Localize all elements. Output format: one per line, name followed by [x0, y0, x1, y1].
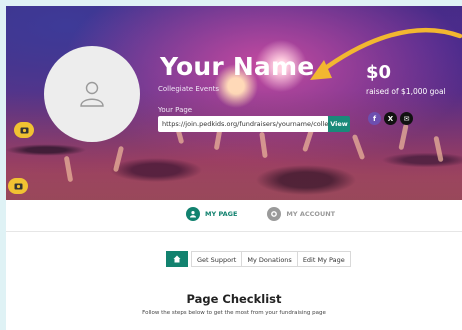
arrow-annotation-icon: [310, 27, 462, 80]
profile-avatar[interactable]: [44, 46, 140, 142]
tab-my-account-label: MY ACCOUNT: [286, 210, 336, 218]
home-icon: [173, 255, 181, 263]
email-icon: ✉: [403, 114, 410, 123]
user-circle-icon: [186, 207, 200, 221]
banner-camera-button[interactable]: [8, 178, 28, 194]
my-donations-button[interactable]: My Donations: [242, 251, 298, 267]
page-url-label: Your Page: [158, 106, 193, 114]
x-share-button[interactable]: X: [384, 112, 397, 125]
divider: [6, 231, 462, 232]
edit-page-button[interactable]: Edit My Page: [297, 251, 351, 267]
facebook-icon: f: [372, 114, 377, 123]
home-button[interactable]: [166, 251, 188, 267]
email-share-button[interactable]: ✉: [400, 112, 413, 125]
checklist-subtitle: Follow the steps below to get the most f…: [142, 310, 326, 316]
gear-icon: [267, 207, 282, 221]
tab-my-page-label: MY PAGE: [205, 210, 238, 218]
x-icon: X: [387, 114, 394, 123]
user-placeholder-icon: [80, 81, 104, 107]
fundraiser-name: Your Name: [160, 52, 315, 81]
hero-banner: Your Name Collegiate Events Your Page ht…: [6, 6, 462, 200]
facebook-share-button[interactable]: f: [368, 112, 381, 125]
dashboard-nav: Get Support My Donations Edit My Page: [166, 251, 351, 267]
page-url-field[interactable]: https://join.pedkids.org/fundraisers/you…: [158, 116, 329, 132]
tab-my-page[interactable]: MY PAGE: [186, 207, 237, 221]
tab-my-account[interactable]: MY ACCOUNT: [267, 207, 335, 221]
camera-icon: [14, 183, 22, 190]
view-page-button[interactable]: View: [328, 116, 350, 132]
camera-icon: [20, 127, 28, 134]
get-support-button[interactable]: Get Support: [191, 251, 243, 267]
page-content: MY PAGE MY ACCOUNT Get Support My Donati…: [6, 200, 462, 330]
page-tabs: MY PAGE MY ACCOUNT: [186, 206, 365, 222]
checklist-title: Page Checklist: [186, 292, 282, 306]
avatar-camera-button[interactable]: [14, 122, 34, 138]
event-label: Collegiate Events: [158, 85, 220, 93]
